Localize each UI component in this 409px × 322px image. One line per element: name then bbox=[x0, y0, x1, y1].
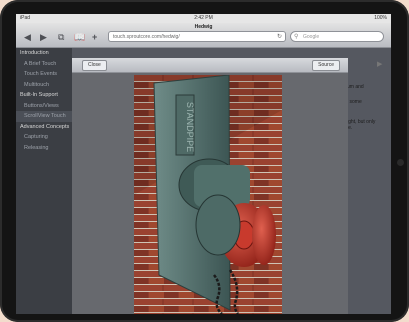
bookmarks-icon[interactable]: 📖 bbox=[74, 31, 85, 43]
page-title: Hedwig bbox=[194, 24, 213, 30]
address-bar[interactable]: touch.sproutcore.com/hedwig/ ↻ bbox=[108, 31, 286, 42]
search-field[interactable]: ⚲ Google bbox=[290, 31, 384, 42]
close-button[interactable]: Close bbox=[82, 60, 107, 71]
sidebar-item-brief-touch[interactable]: A Brief Touch bbox=[16, 59, 72, 70]
sidebar-item-scrollview[interactable]: ScrollView Touch bbox=[16, 111, 72, 122]
sidebar-item-introduction[interactable]: Introduction bbox=[16, 48, 72, 59]
standpipe-photo: STANDPIPE bbox=[134, 75, 282, 314]
image-modal: Close Source STANDPIPE bbox=[72, 58, 348, 314]
sidebar-item-buttons[interactable]: Buttons/Views bbox=[16, 101, 72, 112]
status-bar: iPad 2:42 PM 100% bbox=[16, 14, 391, 23]
ipad-frame: iPad 2:42 PM 100% Hedwig ◀ ▶ ⧉ 📖 + touch… bbox=[0, 0, 409, 322]
battery-label: 100% bbox=[374, 15, 387, 21]
reload-icon[interactable]: ↻ bbox=[277, 32, 282, 43]
sidebar-item-touch-events[interactable]: Touch Events bbox=[16, 69, 72, 80]
clock: 2:42 PM bbox=[194, 15, 213, 21]
back-icon[interactable]: ◀ bbox=[24, 31, 31, 43]
content-text: um and l some ight, but only le. bbox=[347, 84, 375, 131]
sidebar-item-multitouch[interactable]: Multitouch bbox=[16, 80, 72, 91]
content-line: le. bbox=[347, 125, 353, 131]
source-button[interactable]: Source bbox=[312, 60, 340, 71]
pages-icon[interactable]: ⧉ bbox=[58, 31, 64, 43]
next-arrow-icon[interactable]: ▶ bbox=[377, 60, 382, 68]
sign-text: STANDPIPE bbox=[185, 102, 195, 152]
sidebar-item-advanced-concepts[interactable]: Advanced Concepts bbox=[16, 122, 72, 133]
search-placeholder: Google bbox=[303, 34, 320, 40]
sidebar-item-releasing[interactable]: Releasing bbox=[16, 143, 72, 154]
url-text: touch.sproutcore.com/hedwig/ bbox=[113, 34, 180, 40]
modal-toolbar: Close Source bbox=[72, 58, 348, 73]
sidebar-item-capturing[interactable]: Capturing bbox=[16, 132, 72, 143]
browser-toolbar: Hedwig ◀ ▶ ⧉ 📖 + touch.sproutcore.com/he… bbox=[16, 23, 391, 48]
sidebar-item-built-in-support[interactable]: Built-In Support bbox=[16, 90, 72, 101]
forward-icon[interactable]: ▶ bbox=[40, 31, 47, 43]
sidebar: Introduction A Brief Touch Touch Events … bbox=[16, 48, 72, 314]
add-icon[interactable]: + bbox=[92, 31, 97, 43]
camera-dot bbox=[397, 159, 404, 166]
screen: iPad 2:42 PM 100% Hedwig ◀ ▶ ⧉ 📖 + touch… bbox=[16, 14, 391, 314]
search-icon: ⚲ bbox=[294, 34, 299, 40]
